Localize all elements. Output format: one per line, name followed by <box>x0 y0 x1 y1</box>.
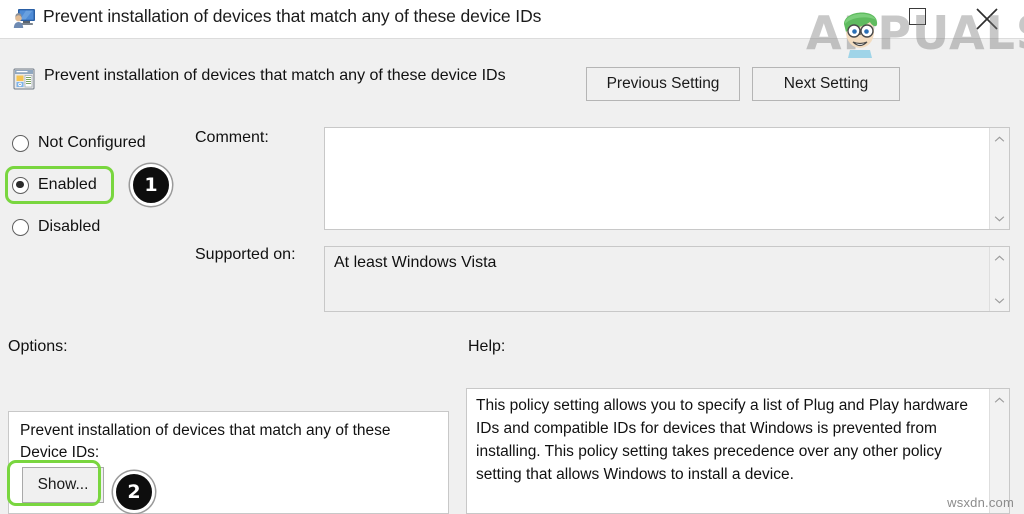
radio-indicator-not-configured <box>12 134 29 152</box>
close-icon <box>975 7 999 31</box>
radio-label-disabled: Disabled <box>38 218 101 235</box>
help-panel: This policy setting allows you to specif… <box>466 388 1010 514</box>
radio-disabled[interactable]: Disabled <box>12 215 100 239</box>
step-badge-2: 2 <box>113 471 155 513</box>
comment-label: Comment: <box>195 129 269 146</box>
restore-icon <box>909 8 926 25</box>
supported-on-textarea: At least Windows Vista <box>324 246 1010 312</box>
window-title: Prevent installation of devices that mat… <box>43 6 542 26</box>
comment-textarea[interactable] <box>324 127 1010 230</box>
radio-indicator-disabled <box>12 218 29 236</box>
close-button[interactable] <box>966 0 1012 39</box>
step-badge-1: 1 <box>130 164 172 206</box>
show-button[interactable]: Show... <box>22 467 104 503</box>
previous-setting-button[interactable]: Previous Setting <box>586 67 740 101</box>
policy-setting-icon <box>13 68 35 90</box>
chevron-down-icon[interactable] <box>990 291 1009 309</box>
corner-watermark: wsxdn.com <box>947 495 1014 510</box>
radio-enabled[interactable]: Enabled <box>12 173 97 197</box>
options-description: Prevent installation of devices that mat… <box>20 422 391 462</box>
chevron-up-icon[interactable] <box>990 391 1009 409</box>
policy-setting-name: Prevent installation of devices that mat… <box>44 67 506 84</box>
restore-button[interactable] <box>896 0 942 39</box>
group-policy-monitor-icon <box>13 8 36 29</box>
comment-scrollbar[interactable] <box>989 128 1009 229</box>
supported-on-label: Supported on: <box>195 246 296 263</box>
chevron-down-icon[interactable] <box>990 209 1009 227</box>
help-body-text: This policy setting allows you to specif… <box>476 397 968 483</box>
options-panel: Prevent installation of devices that mat… <box>8 411 449 514</box>
radio-label-enabled: Enabled <box>38 176 97 193</box>
chevron-up-icon[interactable] <box>990 249 1009 267</box>
radio-indicator-enabled <box>12 176 29 194</box>
supported-on-scrollbar[interactable] <box>989 247 1009 311</box>
next-setting-button[interactable]: Next Setting <box>752 67 900 101</box>
title-bar: Prevent installation of devices that mat… <box>0 0 1024 60</box>
supported-on-value: At least Windows Vista <box>334 254 497 271</box>
radio-label-not-configured: Not Configured <box>38 134 146 151</box>
help-label: Help: <box>468 338 506 355</box>
group-policy-setting-dialog: Prevent installation of devices that mat… <box>0 0 1024 514</box>
watermark-mascot-icon <box>832 2 888 58</box>
radio-not-configured[interactable]: Not Configured <box>12 131 146 155</box>
options-label: Options: <box>8 338 68 355</box>
chevron-up-icon[interactable] <box>990 130 1009 148</box>
